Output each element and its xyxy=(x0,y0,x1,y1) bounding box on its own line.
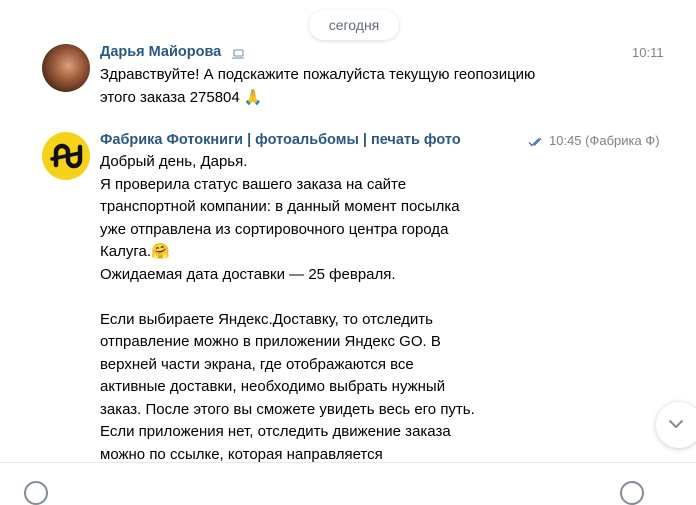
message-input-bar[interactable] xyxy=(0,462,696,493)
message-line: Добрый день, Дарья. xyxy=(100,153,248,170)
message-time[interactable]: 10:11 xyxy=(632,45,664,60)
message-line: транспортной компании: в данный момент п… xyxy=(100,198,460,215)
sender-name[interactable]: Дарья Майорова xyxy=(100,44,221,60)
message-line xyxy=(100,286,475,309)
message-line: Если приложения нет, отследить движение … xyxy=(100,423,451,440)
read-checkmarks-icon xyxy=(528,138,542,147)
scroll-to-bottom-button[interactable] xyxy=(656,402,696,448)
device-icon xyxy=(232,49,244,59)
message-line: Калуга.🤗 xyxy=(100,243,170,260)
message-line: заказ. После этого вы сможете увидеть ве… xyxy=(100,400,475,418)
message-line: активные доставки, необходимо выбрать ну… xyxy=(100,378,446,395)
message-line: этого заказа 275804 🙏 xyxy=(100,88,263,106)
avatar-fabrika[interactable] xyxy=(42,132,90,180)
sender-name[interactable]: Фабрика Фотокниги | фотоальбомы | печать… xyxy=(100,132,461,148)
message-line: Ожидаемая дата доставки — 25 февраля. xyxy=(100,265,396,283)
message-text: Добрый день, Дарья. Я проверила статус в… xyxy=(100,151,475,466)
message-text: Здравствуйте! А подскажите пожалуйста те… xyxy=(100,64,535,109)
message-line: верхней части экрана, где отображаются в… xyxy=(100,355,414,373)
date-separator: сегодня xyxy=(309,10,399,40)
message-line: отправление можно в приложении Яндекс GO… xyxy=(100,333,441,350)
message-line: Если выбираете Яндекс.Доставку, то отсле… xyxy=(100,310,433,328)
message-time[interactable]: 10:45 (Фабрика Ф) xyxy=(549,133,660,148)
message-line: Здравствуйте! А подскажите пожалуйста те… xyxy=(100,66,536,83)
message-line: уже отправлена из сортировочного центра … xyxy=(100,220,449,238)
brand-logo-icon xyxy=(50,143,83,169)
message-line: Я проверила статус вашего заказа на сайт… xyxy=(100,175,407,193)
chevron-down-icon xyxy=(669,420,683,428)
avatar-darya[interactable] xyxy=(42,44,90,92)
emoji-icon[interactable] xyxy=(620,481,644,505)
attach-icon[interactable] xyxy=(24,481,48,505)
